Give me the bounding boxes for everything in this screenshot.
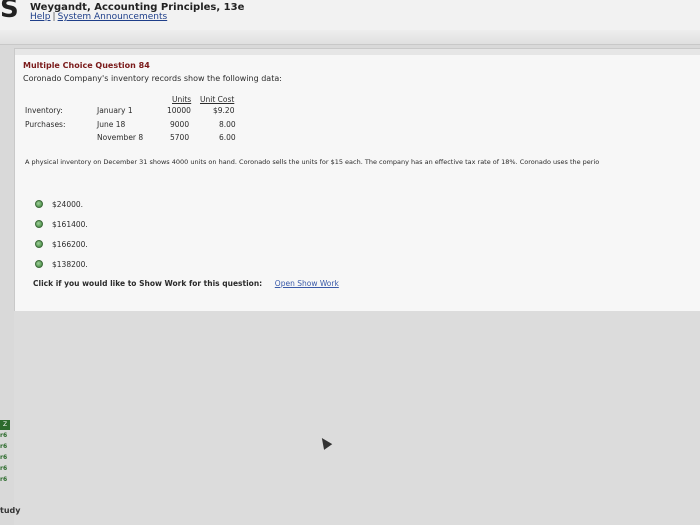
system-announcements-link[interactable]: System Announcements xyxy=(58,12,168,22)
answer-option-label: $166200. xyxy=(52,239,88,249)
row-units: 10000 xyxy=(167,106,191,115)
row-date: January 1 xyxy=(97,106,133,115)
row-label: Inventory: xyxy=(25,106,63,115)
brand-logo: S xyxy=(0,0,19,24)
show-work-label: Click if you would like to Show Work for… xyxy=(33,279,263,288)
row-cost: 6.00 xyxy=(219,133,236,142)
study-label[interactable]: tudy xyxy=(0,506,20,515)
answer-option-label: $24000. xyxy=(52,199,84,209)
sidebar-item[interactable]: r6 xyxy=(0,454,14,465)
question-intro: Coronado Company's inventory records sho… xyxy=(23,74,282,83)
sidebar-badge[interactable]: Z xyxy=(0,420,10,430)
row-cost: 8.00 xyxy=(219,120,236,129)
lower-content-area xyxy=(14,311,700,525)
answer-option-label: $161400. xyxy=(52,219,88,229)
units-header: Units xyxy=(172,95,192,104)
sidebar-item[interactable]: r6 xyxy=(0,465,14,476)
question-text: A physical inventory on December 31 show… xyxy=(25,158,600,166)
row-date: June 18 xyxy=(97,120,126,129)
row-units: 5700 xyxy=(170,133,190,142)
row-label: Purchases: xyxy=(25,120,66,129)
answer-option[interactable]: $24000. xyxy=(35,194,88,214)
radio-button[interactable] xyxy=(35,220,43,228)
question-panel: Multiple Choice Question 84 Coronado Com… xyxy=(14,48,700,312)
panel-top-bar xyxy=(15,49,700,55)
show-work-row: Click if you would like to Show Work for… xyxy=(33,279,339,288)
answer-option[interactable]: $161400. xyxy=(35,214,88,234)
radio-button[interactable] xyxy=(35,240,43,248)
left-sidebar: Z r6 r6 r6 r6 r6 xyxy=(0,420,14,505)
app-header: S Weygandt, Accounting Principles, 13e H… xyxy=(0,0,700,45)
question-title: Multiple Choice Question 84 xyxy=(23,61,150,70)
answer-option[interactable]: $166200. xyxy=(35,234,88,254)
answer-option-label: $138200. xyxy=(52,259,88,269)
row-date: November 8 xyxy=(97,133,144,142)
radio-button[interactable] xyxy=(35,260,43,268)
help-link[interactable]: Help xyxy=(30,12,51,22)
row-cost: $9.20 xyxy=(213,106,235,115)
radio-button[interactable] xyxy=(35,200,43,208)
sidebar-item[interactable]: r6 xyxy=(0,443,14,454)
header-toolbar xyxy=(0,30,700,45)
link-separator: | xyxy=(52,12,56,22)
row-units: 9000 xyxy=(170,120,190,129)
unit-cost-header: Unit Cost xyxy=(200,95,235,104)
answer-options: $24000. $161400. $166200. $138200. xyxy=(35,194,88,274)
sidebar-item[interactable]: r6 xyxy=(0,432,14,443)
header-links: Help | System Announcements xyxy=(30,12,167,22)
answer-option[interactable]: $138200. xyxy=(35,254,88,274)
sidebar-item[interactable]: r6 xyxy=(0,476,14,487)
open-show-work-link[interactable]: Open Show Work xyxy=(275,279,339,288)
